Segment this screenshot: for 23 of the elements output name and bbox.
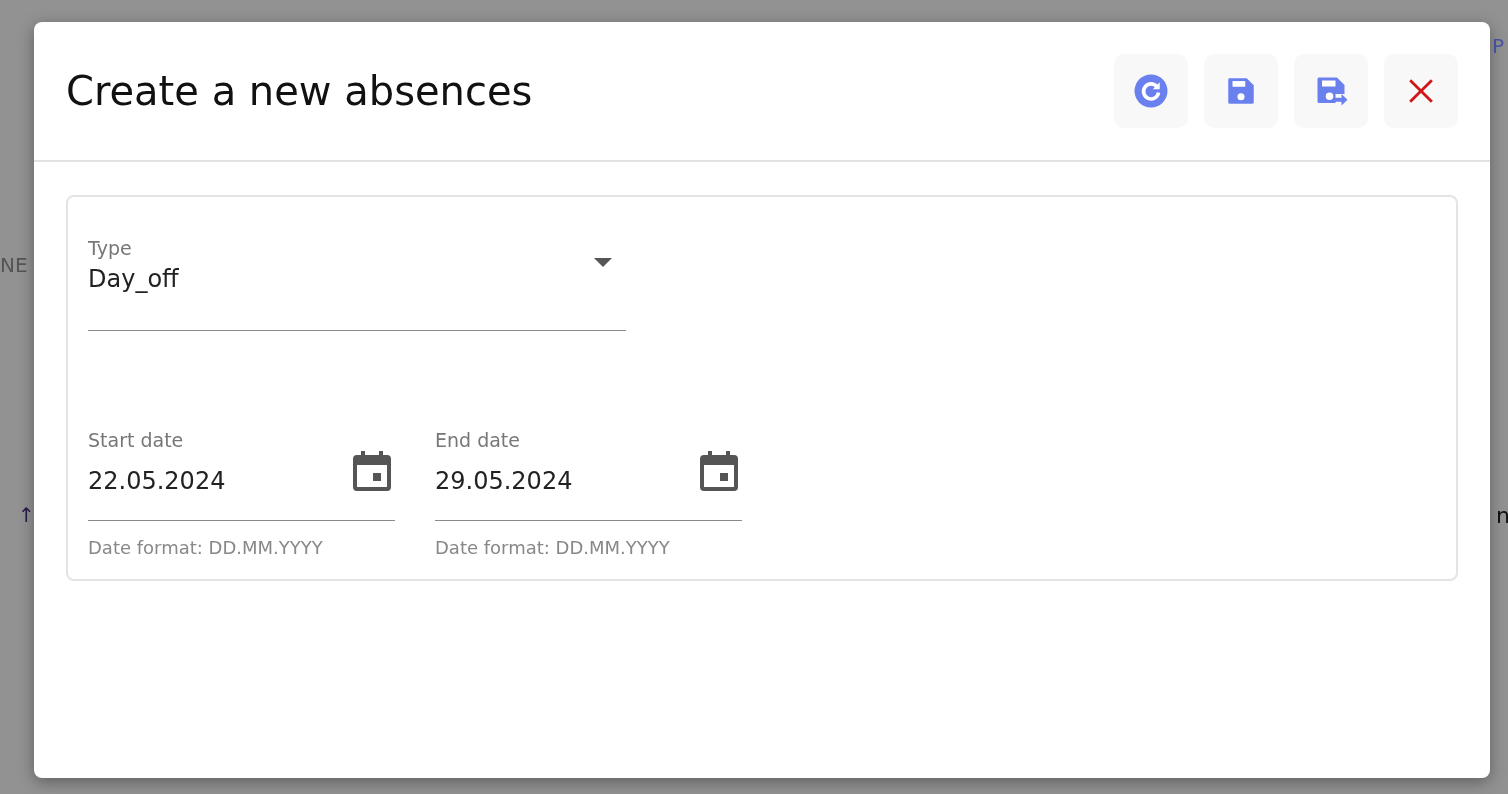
field-value: Day_off	[88, 265, 179, 293]
reset-button[interactable]	[1114, 54, 1188, 128]
save-as-button[interactable]	[1294, 54, 1368, 128]
date-field[interactable]: Start date 22.05.2024	[88, 429, 395, 521]
helper-text: Date format: DD.MM.YYYY	[435, 537, 671, 558]
field-value: 29.05.2024	[435, 467, 573, 495]
helper-text: Date format: DD.MM.YYYY	[88, 537, 324, 558]
reset-icon	[1133, 73, 1169, 109]
save-button[interactable]	[1204, 54, 1278, 128]
date-field[interactable]: End date 29.05.2024	[435, 429, 742, 521]
type-select[interactable]: Type Day_off	[88, 237, 626, 331]
close-button[interactable]	[1384, 54, 1458, 128]
field-label: End date	[435, 429, 521, 451]
calendar-icon[interactable]	[353, 451, 391, 491]
table-cell-fragment: n	[1496, 502, 1508, 528]
dialog-title: Create a new absences	[66, 68, 533, 114]
field-value: 22.05.2024	[88, 467, 226, 495]
close-icon	[1408, 78, 1434, 104]
dropdown-caret-icon	[594, 257, 612, 267]
field-label: Start date	[88, 429, 185, 451]
sort-arrow[interactable]: ↑	[18, 503, 35, 527]
calendar-icon[interactable]	[700, 451, 738, 491]
field-label: Type	[88, 237, 133, 259]
